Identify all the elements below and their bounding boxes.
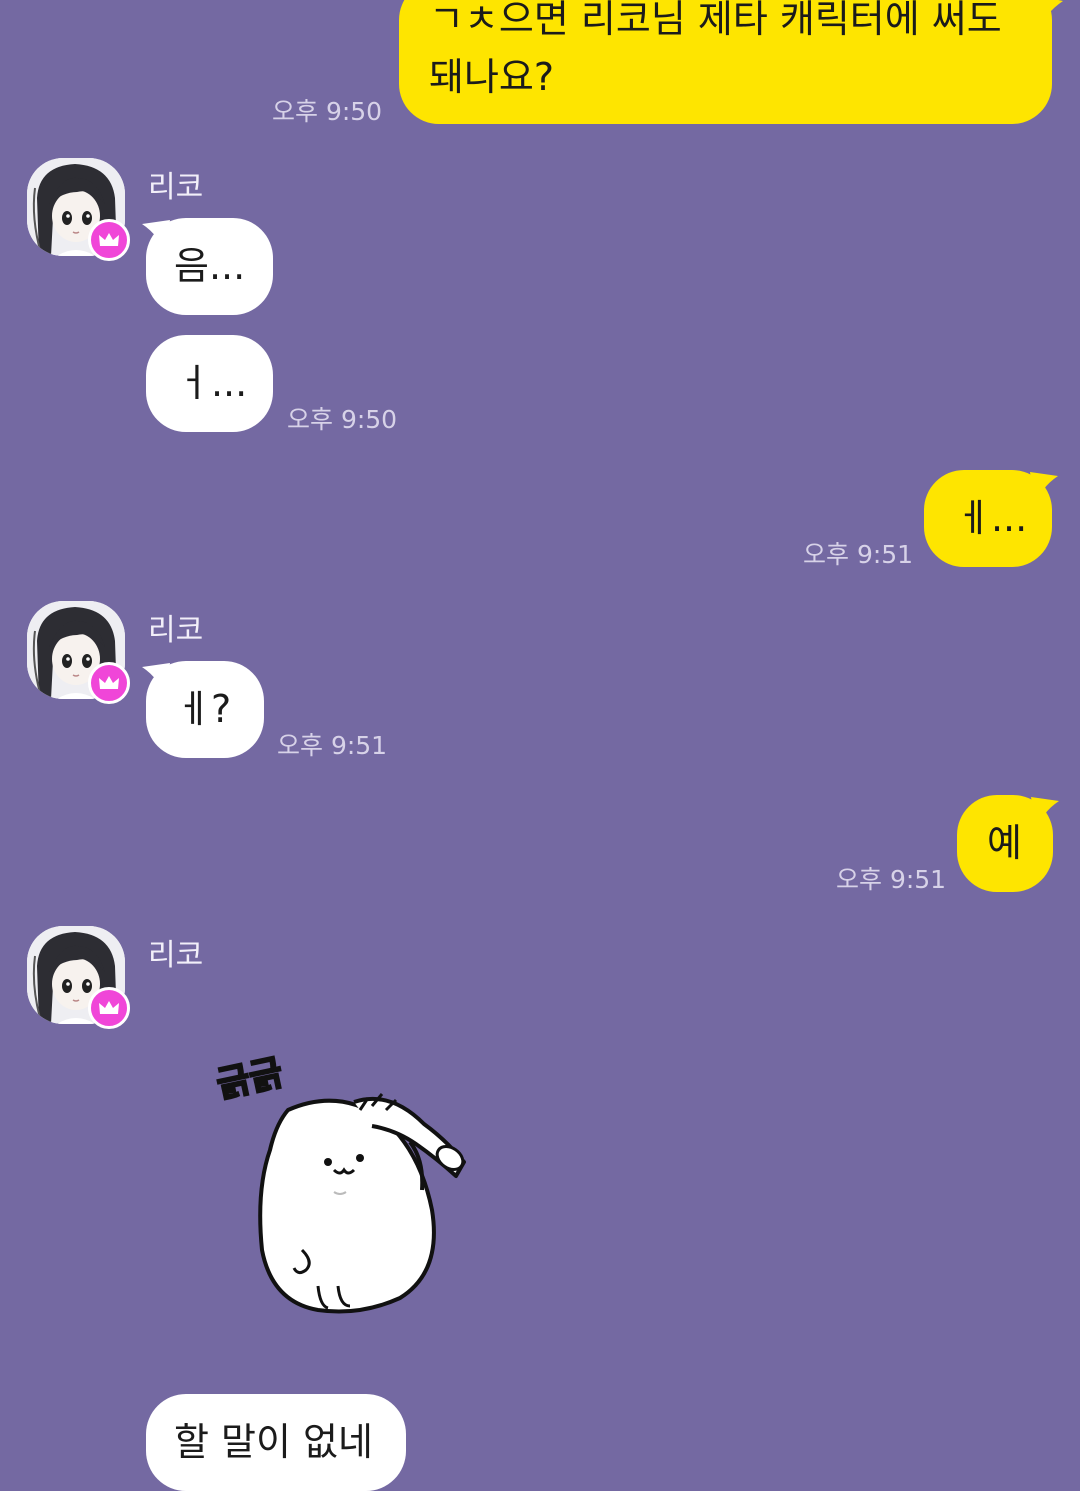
sender-name: 리코 bbox=[148, 613, 204, 648]
their-message-bubble[interactable]: ㅓ... bbox=[146, 335, 273, 432]
message-text: 예 bbox=[987, 821, 1022, 865]
sender-name: 리코 bbox=[148, 170, 204, 205]
message-text: 음... bbox=[174, 244, 246, 288]
timestamp: 오후 9:50 bbox=[287, 405, 398, 434]
message-text: ㅔ? bbox=[176, 687, 232, 731]
timestamp: 오후 9:50 bbox=[272, 97, 383, 126]
timestamp: 오후 9:51 bbox=[277, 731, 388, 760]
bubble-tail bbox=[1031, 797, 1059, 831]
timestamp: 오후 9:51 bbox=[803, 540, 914, 569]
sender-name: 리코 bbox=[148, 938, 204, 973]
their-message-bubble[interactable]: ㅔ? bbox=[146, 661, 264, 758]
message-text: 할 말이 없네 bbox=[174, 1420, 373, 1464]
crown-icon bbox=[99, 233, 119, 246]
white-seal-scratching-head-icon bbox=[258, 1093, 466, 1314]
crown-icon bbox=[99, 1001, 119, 1014]
timestamp: 오후 9:51 bbox=[836, 865, 947, 894]
their-message-bubble[interactable]: 음... bbox=[146, 218, 273, 315]
crown-badge bbox=[88, 219, 130, 261]
message-text: ㅓ... bbox=[176, 361, 248, 405]
message-text-line: 돼나요? bbox=[429, 55, 555, 99]
their-message-bubble[interactable]: 할 말이 없네 bbox=[146, 1394, 406, 1491]
bubble-tail bbox=[1030, 472, 1058, 506]
crown-badge bbox=[88, 662, 130, 704]
my-message-bubble[interactable]: ㄱㅊ으면 리코님 제타 캐릭터에 써도 돼나요? bbox=[399, 0, 1052, 124]
message-text: ㅔ... bbox=[956, 496, 1028, 540]
sticker[interactable]: 긁긁 bbox=[210, 1040, 480, 1320]
message-text-line: ㄱㅊ으면 리코님 제타 캐릭터에 써도 bbox=[429, 0, 1002, 41]
crown-icon bbox=[99, 676, 119, 689]
bubble-tail bbox=[1035, 0, 1063, 31]
crown-badge bbox=[88, 987, 130, 1029]
